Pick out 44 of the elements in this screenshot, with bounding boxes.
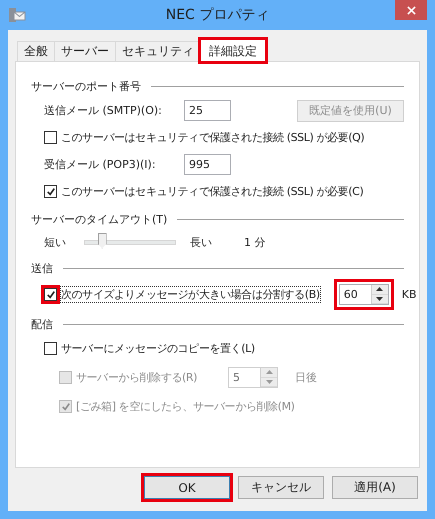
field-label: 受信メール (POP3)(I): xyxy=(44,157,157,172)
tab[interactable]: 全般 xyxy=(17,41,55,61)
spin-value: 60 xyxy=(342,287,359,303)
slider-min-label: 短い xyxy=(44,234,66,250)
up-arrow-icon xyxy=(376,287,384,292)
unit-label: 日後 xyxy=(295,370,317,385)
checkbox-label: サーバーから削除する(R) xyxy=(76,370,198,385)
slider-max-label: 長い xyxy=(190,234,212,250)
checkbox-label: サーバーにメッセージのコピーを置く(L) xyxy=(61,341,255,356)
tab[interactable]: 詳細設定 xyxy=(200,39,266,62)
mail-server-icon xyxy=(8,7,26,23)
input-field[interactable]: 995 xyxy=(184,154,231,175)
check-icon xyxy=(46,187,56,196)
section-heading: 配信 xyxy=(31,316,53,332)
spin-up-button[interactable] xyxy=(372,285,388,294)
checkbox[interactable] xyxy=(44,288,57,301)
slider-thumb[interactable] xyxy=(98,232,107,248)
spin-box[interactable]: 60 xyxy=(338,284,389,305)
dialog-button[interactable]: キャンセル xyxy=(238,476,324,499)
close-icon xyxy=(406,6,416,14)
spin-down-button[interactable] xyxy=(372,294,388,304)
dialog-button[interactable]: 適用(A) xyxy=(332,476,418,499)
dialog-button[interactable]: OK xyxy=(144,476,230,499)
checkbox[interactable] xyxy=(44,131,57,144)
checkbox[interactable] xyxy=(44,342,57,355)
field-label: 送信メール (SMTP)(O): xyxy=(44,103,163,118)
timeout-value: 1 分 xyxy=(244,234,266,250)
section-heading: サーバーのタイムアウト(T) xyxy=(31,212,168,226)
unit-label: KB xyxy=(402,288,416,301)
up-arrow-icon xyxy=(266,370,272,374)
section-heading: 送信 xyxy=(31,260,53,276)
window-title: NEC プロパティ xyxy=(166,6,270,24)
down-arrow-icon xyxy=(376,296,384,301)
checkbox-label: [ごみ箱] を空にしたら、サーバーから削除(M) xyxy=(76,399,295,414)
section-heading: サーバーのポート番号 xyxy=(31,78,141,94)
checkbox-label: 次のサイズよりメッセージが大きい場合は分割する(B) xyxy=(61,287,320,302)
checkbox[interactable] xyxy=(44,185,57,198)
check-icon xyxy=(46,290,56,299)
checkbox-label: このサーバーはセキュリティで保護された接続 (SSL) が必要(C) xyxy=(61,184,364,199)
down-arrow-icon xyxy=(266,380,272,384)
checkbox-label: このサーバーはセキュリティで保護された接続 (SSL) が必要(Q) xyxy=(61,130,364,145)
close-button[interactable] xyxy=(395,0,427,20)
input-field[interactable]: 25 xyxy=(184,100,231,121)
spin-value: 5 xyxy=(232,370,241,386)
